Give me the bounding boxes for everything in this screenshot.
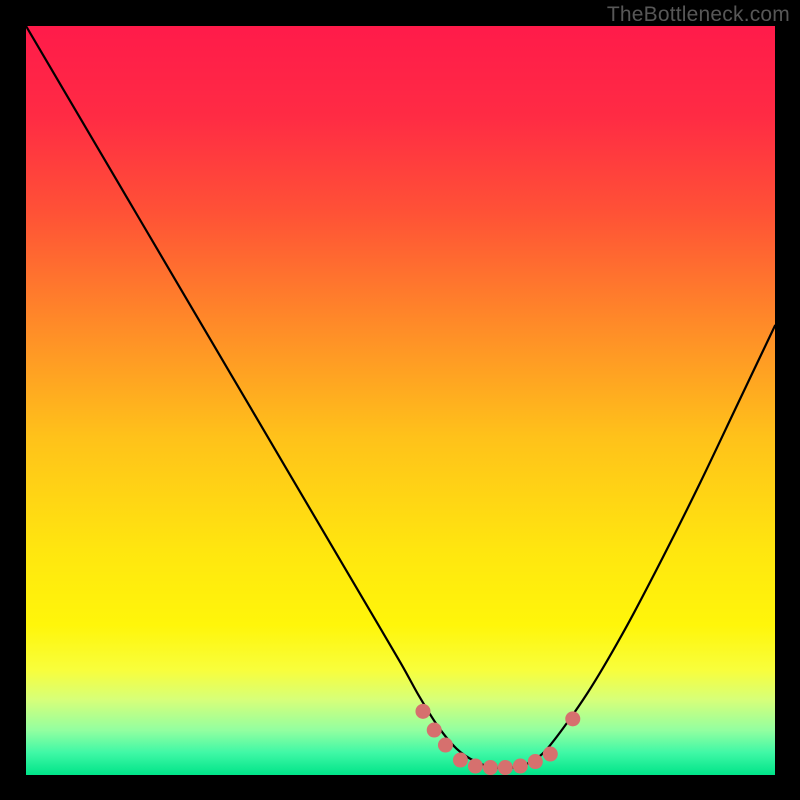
curve-layer: [26, 26, 775, 775]
marker-dot: [468, 759, 483, 774]
marker-dot: [427, 723, 442, 738]
marker-dot: [453, 753, 468, 768]
marker-dot: [528, 754, 543, 769]
marker-dot: [498, 760, 513, 775]
plot-area: [26, 26, 775, 775]
chart-frame: TheBottleneck.com: [0, 0, 800, 800]
marker-dot: [415, 704, 430, 719]
marker-dot: [513, 759, 528, 774]
marker-dot: [483, 760, 498, 775]
watermark-text: TheBottleneck.com: [607, 3, 790, 27]
marker-dot: [543, 747, 558, 762]
bottleneck-curve: [26, 26, 775, 768]
marker-dot: [438, 738, 453, 753]
marker-dot: [565, 711, 580, 726]
